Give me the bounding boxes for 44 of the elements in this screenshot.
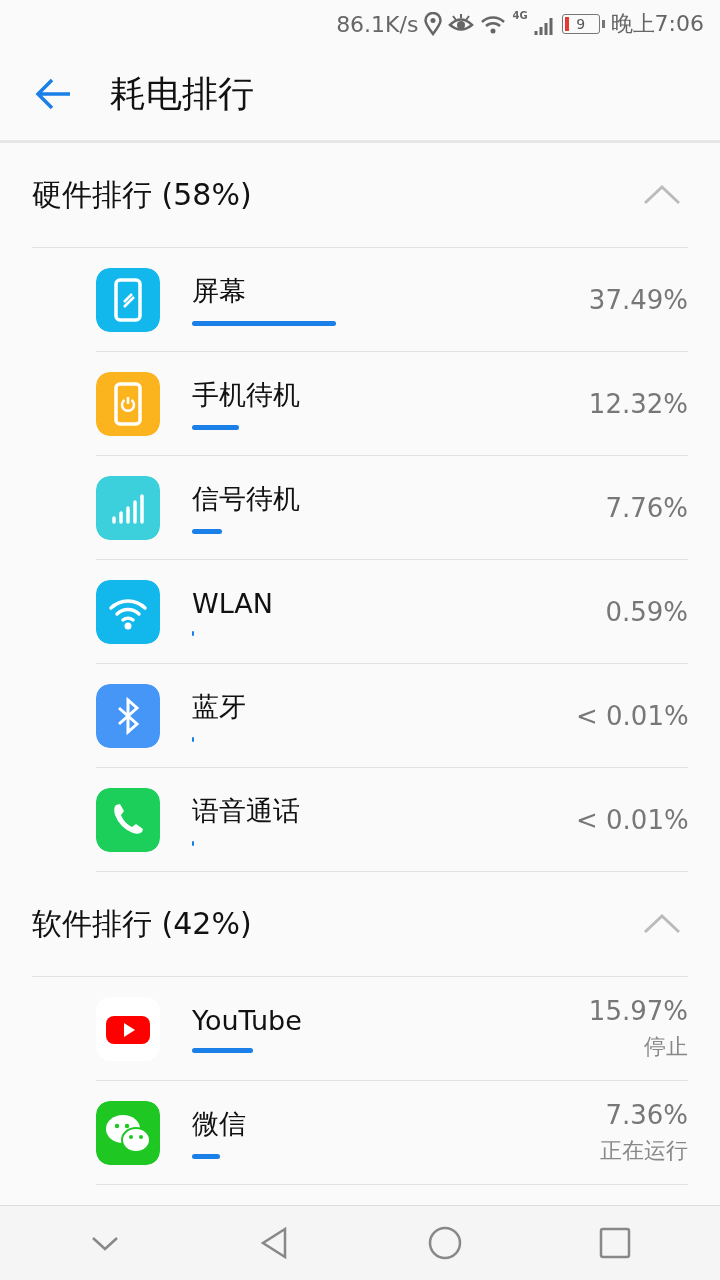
- chat-icon: [96, 1100, 160, 1165]
- recents-icon[interactable]: [597, 1225, 633, 1261]
- section-title: 硬件排行 (58%): [32, 175, 252, 214]
- usage-percent: 7.36%: [605, 1099, 688, 1130]
- usage-bar: [192, 630, 195, 636]
- phone-icon: [96, 787, 160, 852]
- usage-bar: [192, 425, 240, 430]
- page-title: 耗电排行: [110, 71, 254, 116]
- bluetooth-icon: [96, 683, 160, 748]
- screen-icon: [96, 267, 160, 332]
- item-name[interactable]: 语音通话: [192, 793, 576, 829]
- usage-percent: < 0.01%: [576, 700, 689, 731]
- usage-percent: 7.76%: [605, 492, 688, 523]
- usage-percent: < 0.01%: [576, 804, 689, 835]
- app-status: 停止: [644, 1032, 688, 1061]
- location-icon: [424, 12, 443, 36]
- item-name[interactable]: 微信: [192, 1106, 600, 1142]
- usage-bar: [192, 1047, 254, 1053]
- chevron-up-icon[interactable]: [642, 912, 682, 936]
- wifi-icon: [96, 579, 160, 644]
- battery-icon: 9: [561, 14, 600, 34]
- item-name[interactable]: YouTube: [192, 1004, 589, 1036]
- eye-icon: [448, 14, 475, 34]
- standby-icon: [96, 371, 160, 436]
- usage-bar: [192, 1154, 221, 1159]
- app-status: 正在运行: [600, 1136, 688, 1165]
- usage-percent: 0.59%: [605, 596, 688, 627]
- usage-percent: 15.97%: [588, 995, 688, 1026]
- wifi-icon: [480, 14, 507, 34]
- item-name[interactable]: 手机待机: [192, 377, 589, 413]
- item-name[interactable]: 屏幕: [192, 273, 589, 309]
- home-icon[interactable]: [427, 1225, 463, 1261]
- chevron-up-icon[interactable]: [642, 183, 682, 207]
- network-type: 4G: [512, 10, 528, 21]
- section-title: 软件排行 (42%): [32, 904, 252, 943]
- network-speed: 86.1K/s: [336, 11, 419, 37]
- item-name[interactable]: WLAN: [192, 587, 606, 619]
- usage-percent: 12.32%: [588, 388, 688, 419]
- item-name[interactable]: 蓝牙: [192, 689, 576, 725]
- usage-bar: [192, 529, 222, 534]
- signal-icon: [96, 475, 160, 540]
- usage-percent: 37.49%: [588, 284, 688, 315]
- clock: 晚上7:06: [610, 10, 704, 38]
- item-name[interactable]: 信号待机: [192, 481, 606, 517]
